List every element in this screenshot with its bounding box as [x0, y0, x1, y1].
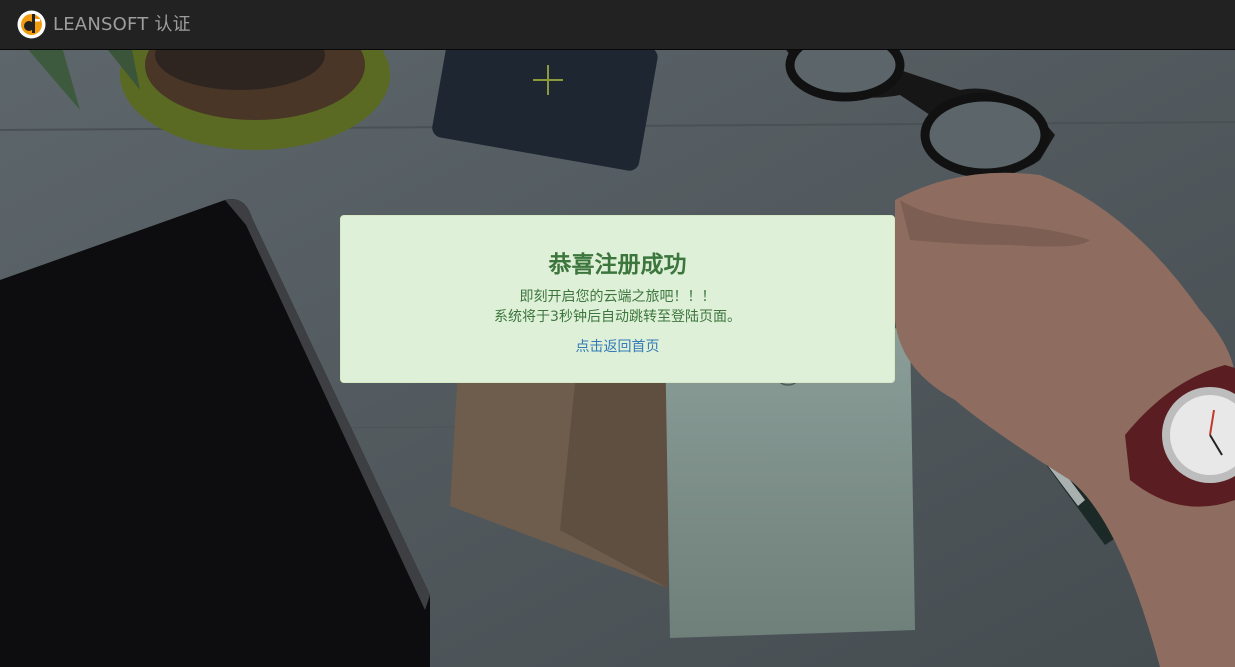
alert-title: 恭喜注册成功 — [548, 252, 687, 278]
leansoft-logo-icon — [17, 10, 46, 39]
back-to-home-link[interactable]: 点击返回首页 — [341, 337, 894, 357]
alert-message-line1: 即刻开启您的云端之旅吧！！！ — [519, 289, 716, 305]
alert-message-line2: 系统将于3秒钟后自动跳转至登陆页面。 — [494, 309, 741, 325]
top-navbar: LEANSOFT 认证 — [0, 0, 1235, 50]
brand-title: LEANSOFT 认证 — [53, 13, 191, 35]
navbar-brand[interactable]: LEANSOFT 认证 — [17, 0, 191, 50]
background-hero: 恭喜注册成功 即刻开启您的云端之旅吧！！！ 系统将于3秒钟后自动跳转至登陆页面。… — [0, 50, 1235, 667]
success-alert: 恭喜注册成功 即刻开启您的云端之旅吧！！！ 系统将于3秒钟后自动跳转至登陆页面。… — [340, 215, 895, 383]
